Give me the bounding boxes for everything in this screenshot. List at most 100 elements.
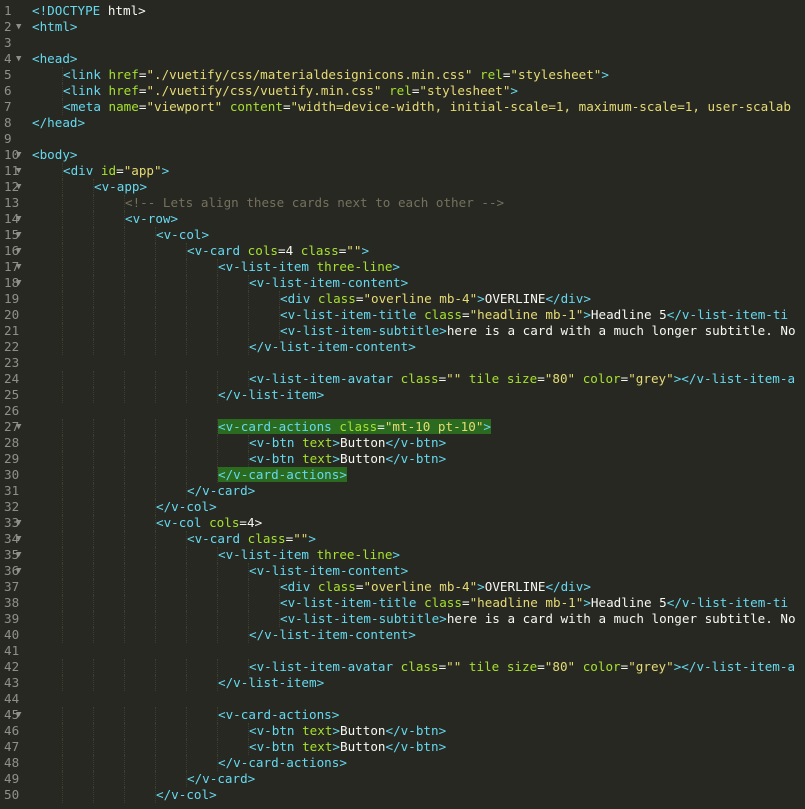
fold-arrow-icon[interactable]: ▼ [16, 275, 21, 291]
indent-guide [124, 227, 125, 243]
code-line[interactable]: 14 ▼ <v-row> [0, 211, 805, 227]
code-line[interactable]: 37 <div class="overline mb-4">OVERLINE</d… [0, 579, 805, 595]
line-gutter: 38 [0, 595, 30, 611]
code-line[interactable]: 21 <v-list-item-subtitle>here is a card w… [0, 323, 805, 339]
code-line[interactable]: 35 ▼ <v-list-item three-line> [0, 547, 805, 563]
code-line[interactable]: 22 </v-list-item-content> [0, 339, 805, 355]
fold-arrow-icon[interactable]: ▼ [16, 227, 21, 243]
code-line[interactable]: 25 </v-list-item> [0, 387, 805, 403]
code-line[interactable]: 9 [0, 131, 805, 147]
code-line[interactable]: 41 [0, 643, 805, 659]
code-line[interactable]: 16 ▼ <v-card cols=4 class=""> [0, 243, 805, 259]
code-text: <link href="./vuetify/css/vuetify.min.cs… [63, 83, 518, 99]
code-line[interactable]: 2 ▼ <html> [0, 19, 805, 35]
indent-guide [93, 483, 94, 499]
code-text: </v-list-item-content> [249, 627, 416, 643]
indent-guide [217, 451, 218, 467]
line-gutter: 11 ▼ [0, 163, 30, 179]
code-token: <v-col [156, 515, 210, 530]
code-line[interactable]: 10 ▼ <body> [0, 147, 805, 163]
code-line[interactable]: 12 ▼ <v-app> [0, 179, 805, 195]
code-line[interactable]: 32 </v-col> [0, 499, 805, 515]
fold-arrow-icon[interactable]: ▼ [16, 243, 21, 259]
code-line[interactable]: 13 <!-- Lets align these cards next to ea… [0, 195, 805, 211]
indent-guide [62, 227, 63, 243]
code-line[interactable]: 27 ▼ <v-card-actions class="mt-10 pt-10"> [0, 419, 805, 435]
code-text: <div class="overline mb-4">OVERLINE</div… [280, 291, 591, 307]
code-line[interactable]: 23 [0, 355, 805, 371]
indent-guide [93, 323, 94, 339]
code-line[interactable]: 1 <!DOCTYPE html> [0, 3, 805, 19]
code-token: </v-list-item-content> [249, 339, 416, 354]
code-line[interactable]: 34 ▼ <v-card class=""> [0, 531, 805, 547]
code-line[interactable]: 28 <v-btn text>Button</v-btn> [0, 435, 805, 451]
code-line[interactable]: 19 <div class="overline mb-4">OVERLINE</d… [0, 291, 805, 307]
code-token: > [392, 259, 400, 274]
fold-arrow-icon[interactable]: ▼ [16, 259, 21, 275]
code-line[interactable]: 7 <meta name="viewport" content="width=de… [0, 99, 805, 115]
indent-guide [217, 291, 218, 307]
fold-arrow-icon[interactable]: ▼ [16, 547, 21, 563]
indent-guide [186, 723, 187, 739]
code-line[interactable]: 36 ▼ <v-list-item-content> [0, 563, 805, 579]
indent-guide [62, 755, 63, 771]
code-line[interactable]: 49 </v-card> [0, 771, 805, 787]
fold-arrow-icon[interactable]: ▼ [16, 211, 21, 227]
code-line[interactable]: 29 <v-btn text>Button</v-btn> [0, 451, 805, 467]
fold-arrow-icon[interactable]: ▼ [16, 707, 21, 723]
line-number: 19 [4, 291, 20, 306]
line-gutter: 21 [0, 323, 30, 339]
fold-arrow-icon[interactable]: ▼ [16, 531, 21, 547]
code-text: </v-card> [187, 771, 255, 787]
code-line[interactable]: 4 ▼ <head> [0, 51, 805, 67]
line-number: 2 [4, 19, 12, 34]
code-token: <v-list-item-content> [249, 563, 409, 578]
code-text: <v-list-item-title class="headline mb-1"… [280, 307, 788, 323]
code-line[interactable]: 33 ▼ <v-col cols=4> [0, 515, 805, 531]
fold-arrow-icon[interactable]: ▼ [16, 163, 21, 179]
code-line[interactable]: 20 <v-list-item-title class="headline mb-… [0, 307, 805, 323]
code-line[interactable]: 18 ▼ <v-list-item-content> [0, 275, 805, 291]
fold-arrow-icon[interactable]: ▼ [16, 19, 21, 35]
code-line[interactable]: 24 <v-list-item-avatar class = "" tile size… [0, 371, 805, 387]
code-token: class [317, 579, 356, 594]
code-line[interactable]: 48 </v-card-actions> [0, 755, 805, 771]
code-line[interactable]: 15 ▼ <v-col> [0, 227, 805, 243]
code-line[interactable]: 11 ▼ <div id="app"> [0, 163, 805, 179]
code-token: three-line [316, 259, 393, 274]
fold-arrow-icon[interactable]: ▼ [16, 419, 21, 435]
code-token: > [332, 723, 341, 738]
code-line[interactable]: 47 <v-btn text>Button</v-btn> [0, 739, 805, 755]
fold-arrow-icon[interactable]: ▼ [16, 147, 21, 163]
code-line[interactable]: 6 <link href="./vuetify/css/vuetify.min.c… [0, 83, 805, 99]
code-line[interactable]: 31 </v-card> [0, 483, 805, 499]
code-line[interactable]: 39 <v-list-item-subtitle>here is a card w… [0, 611, 805, 627]
code-line[interactable]: 30 </v-card-actions> [0, 467, 805, 483]
code-text: <v-card cols=4 class=""> [187, 243, 369, 259]
fold-arrow-icon[interactable]: ▼ [16, 563, 21, 579]
code-line[interactable]: 8 </head> [0, 115, 805, 131]
indent-guide [93, 675, 94, 691]
indent-guide [217, 275, 218, 291]
code-line[interactable]: 43 </v-list-item> [0, 675, 805, 691]
line-gutter: 26 [0, 403, 30, 419]
code-line[interactable]: 3 [0, 35, 805, 51]
code-token: <v-list-item-subtitle> [280, 611, 447, 626]
line-gutter: 28 [0, 435, 30, 451]
indent-guide [93, 419, 94, 435]
code-line[interactable]: 17 ▼ <v-list-item three-line> [0, 259, 805, 275]
fold-arrow-icon[interactable]: ▼ [16, 179, 21, 195]
code-line[interactable]: 44 [0, 691, 805, 707]
code-line[interactable]: 46 <v-btn text>Button</v-btn> [0, 723, 805, 739]
code-line[interactable]: 38 <v-list-item-title class="headline mb-… [0, 595, 805, 611]
code-line[interactable]: 42 <v-list-item-avatar class = "" tile size… [0, 659, 805, 675]
fold-arrow-icon[interactable]: ▼ [16, 515, 21, 531]
code-line[interactable]: 40 </v-list-item-content> [0, 627, 805, 643]
indent-guide [93, 739, 94, 755]
code-line[interactable]: 45 ▼ <v-card-actions> [0, 707, 805, 723]
code-line[interactable]: 50 </v-col> [0, 787, 805, 803]
code-line[interactable]: 5 <link href="./vuetify/css/materialdesig… [0, 67, 805, 83]
code-editor[interactable]: 1 <!DOCTYPE html> 2 ▼ <html> 3 4 ▼ <head> 5 <link … [0, 0, 805, 809]
fold-arrow-icon[interactable]: ▼ [16, 51, 21, 67]
code-line[interactable]: 26 [0, 403, 805, 419]
